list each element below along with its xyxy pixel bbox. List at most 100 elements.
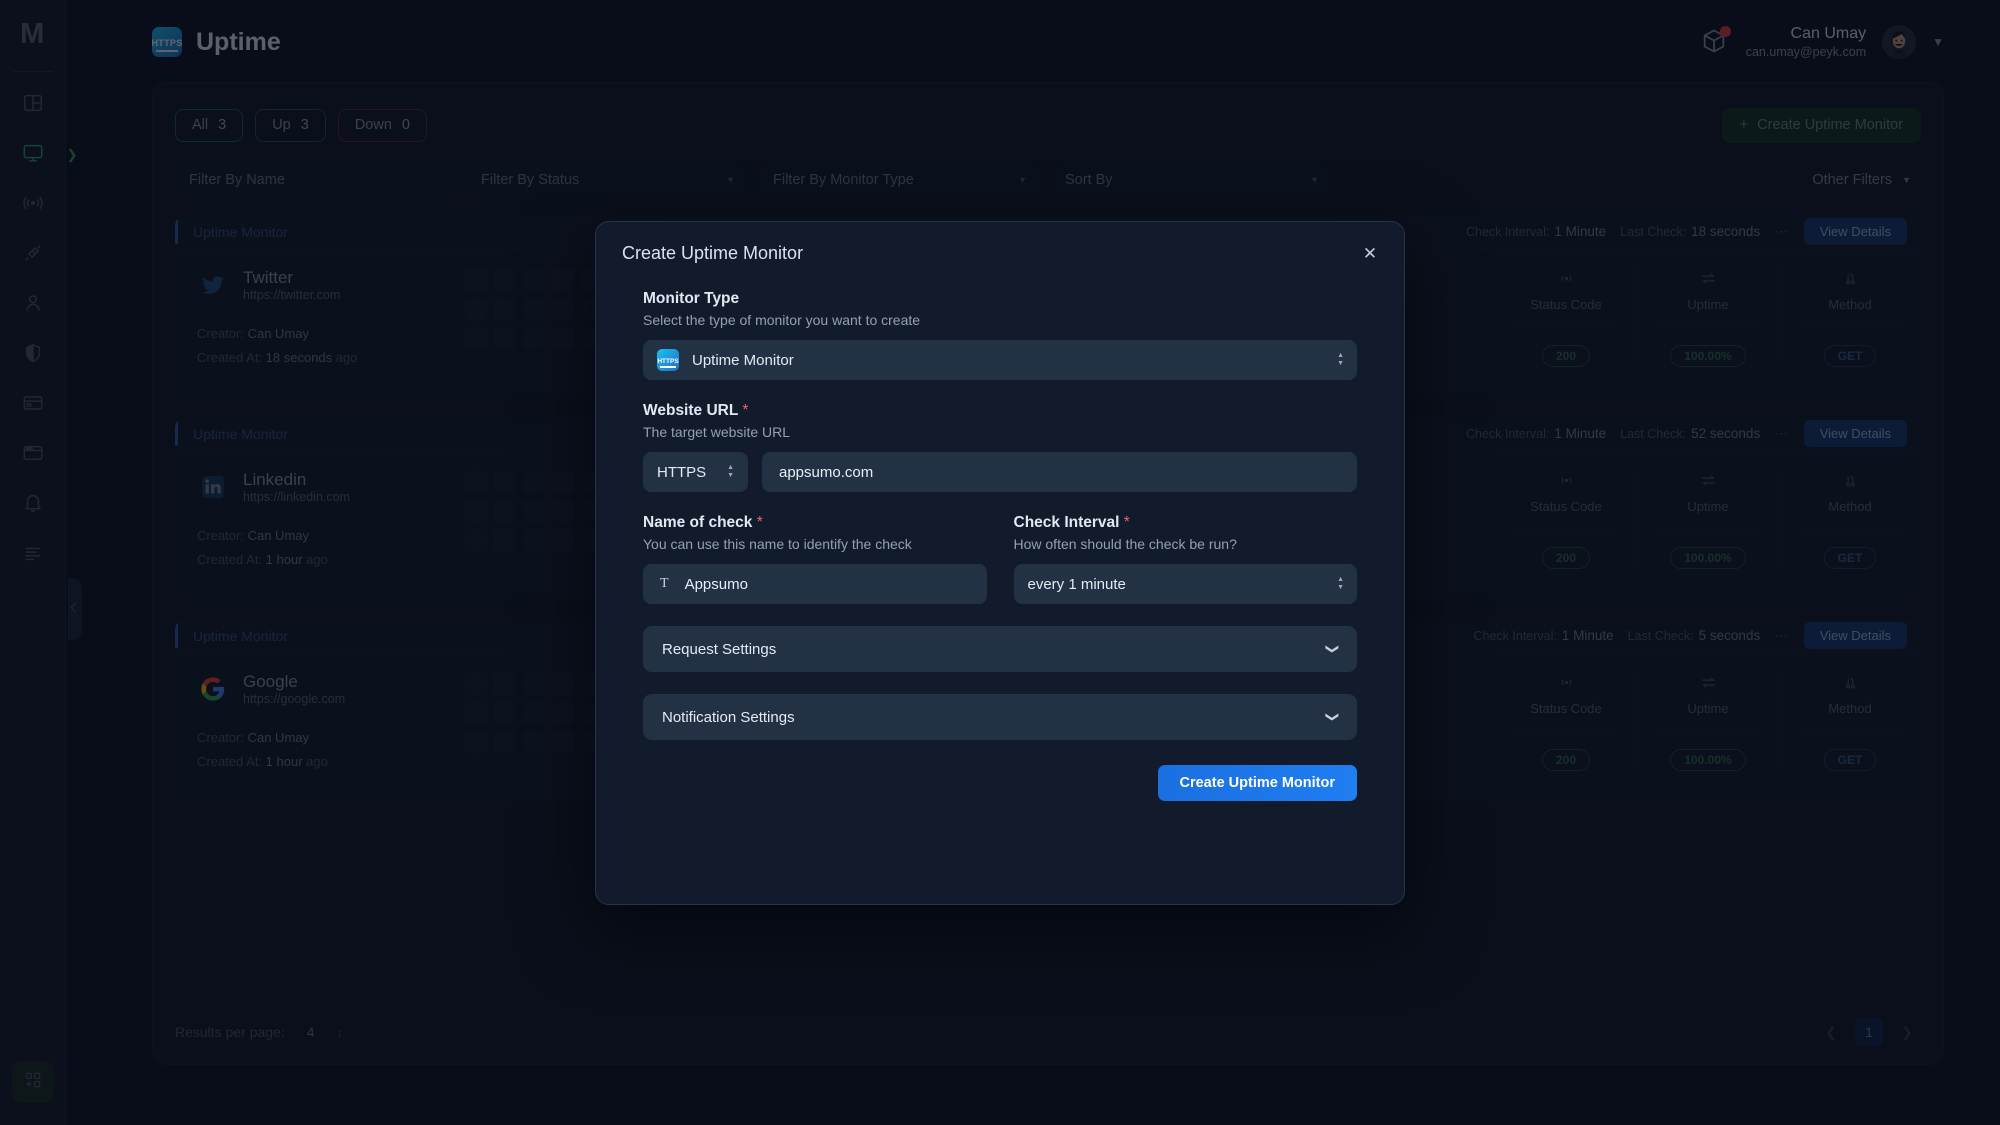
sidebar-nav: ❯: [0, 88, 78, 572]
https-icon: HTTPS: [657, 349, 679, 371]
sidebar-item-pages[interactable]: [10, 438, 56, 472]
filter-by-status-select[interactable]: Filter By Status ▼: [467, 161, 749, 199]
check-interval-select[interactable]: every 1 minute ▲ ▼: [1013, 564, 1357, 604]
created-at-suffix: ago: [306, 551, 328, 567]
stat-value: GET: [1823, 345, 1877, 367]
monitor-stats: Status Code 200 Uptime 100.00% Method GE…: [1495, 451, 1921, 599]
app-logo[interactable]: M: [20, 18, 45, 51]
sidebar-item-status[interactable]: [10, 188, 56, 222]
sidebar: M ❯: [0, 0, 78, 1125]
stat-method: Method GET: [1779, 451, 1921, 599]
name-of-check-label-text: Name of check: [643, 514, 753, 531]
filter-by-monitor-type-select[interactable]: Filter By Monitor Type ▼: [759, 161, 1041, 199]
created-at-value: 1 hour: [265, 551, 303, 567]
stat-uptime: Uptime 100.00%: [1637, 653, 1779, 801]
chevron-left-icon[interactable]: ❮: [1817, 1018, 1845, 1046]
protocol-select[interactable]: HTTPS ▲ ▼: [643, 452, 748, 492]
submit-create-uptime-monitor-button[interactable]: Create Uptime Monitor: [1157, 765, 1357, 801]
creator-value: Can Umay: [247, 528, 310, 544]
more-options-icon[interactable]: ⋯: [1774, 425, 1790, 442]
view-details-button[interactable]: View Details: [1803, 622, 1907, 649]
dashboard-panels-icon: [22, 92, 44, 119]
stat-label: Method: [1828, 701, 1872, 716]
pagination: Results per page: 4 ↕ ❮ 1 ❯: [175, 1014, 1921, 1050]
other-filters-button[interactable]: Other Filters ▼: [1812, 172, 1911, 188]
sidebar-item-dashboard[interactable]: [10, 88, 56, 122]
check-interval-label: Check Interval:: [1465, 224, 1550, 239]
check-interval-value: 1 Minute: [1554, 224, 1607, 239]
chevron-down-icon[interactable]: ▼: [1932, 35, 1944, 49]
chevron-right-icon[interactable]: ❯: [1893, 1018, 1921, 1046]
required-mark: *: [756, 514, 763, 531]
website-url-label-text: Website URL: [643, 402, 739, 419]
chip-down[interactable]: Down 0: [337, 108, 427, 142]
last-check-value: 52 seconds: [1691, 426, 1761, 441]
monitor-identity: Google https://google.com Creator: Can U…: [175, 653, 465, 801]
view-details-button[interactable]: View Details: [1803, 420, 1907, 447]
sidebar-item-users[interactable]: [10, 288, 56, 322]
broadcast-signal-icon: [1495, 267, 1637, 289]
package-cube-button[interactable]: [1700, 26, 1731, 57]
creator-label: Creator:: [197, 730, 244, 746]
git-branch-icon: [1779, 469, 1921, 491]
protocol-value: HTTPS: [657, 463, 707, 481]
sidebar-item-notifications[interactable]: [10, 488, 56, 522]
chevron-down-icon: ▼: [1310, 175, 1319, 185]
create-uptime-monitor-button[interactable]: + Create Uptime Monitor: [1721, 107, 1921, 143]
request-settings-accordion[interactable]: Request Settings ❯: [643, 626, 1357, 672]
filter-by-name-input[interactable]: Filter By Name: [175, 161, 457, 199]
sidebar-item-security[interactable]: [10, 338, 56, 372]
more-options-icon[interactable]: ⋯: [1774, 223, 1790, 240]
user-icon: [22, 292, 44, 319]
filter-bar: Filter By Name Filter By Status ▼ Filter…: [153, 157, 1943, 203]
sidebar-item-monitoring[interactable]: ❯: [10, 138, 78, 172]
check-interval-label: Check Interval:: [1465, 426, 1550, 441]
sort-by-select[interactable]: Sort By ▼: [1051, 161, 1333, 199]
linkedin-icon: [197, 471, 229, 503]
up-down-chevron-icon: ▲ ▼: [1337, 575, 1344, 591]
chip-up[interactable]: Up 3: [255, 108, 326, 142]
creator-value: Can Umay: [247, 326, 310, 342]
avatar[interactable]: [1882, 25, 1917, 59]
notification-settings-label: Notification Settings: [662, 708, 795, 726]
stat-value: 200: [1541, 749, 1591, 771]
website-url-input[interactable]: appsumo.com: [762, 452, 1357, 492]
sidebar-item-logs[interactable]: [10, 538, 56, 572]
results-per-page[interactable]: Results per page: 4 ↕: [175, 1024, 343, 1040]
sidebar-add-apps-button[interactable]: [11, 1061, 54, 1103]
monitor-identity: Linkedin https://linkedin.com Creator: C…: [175, 451, 465, 599]
monitor-type-select[interactable]: HTTPS Uptime Monitor ▲ ▼: [643, 340, 1357, 380]
name-of-check-label: Name of check *: [643, 514, 987, 532]
last-check-label: Last Check:: [1620, 426, 1687, 441]
close-icon[interactable]: ✕: [1358, 242, 1382, 266]
more-options-icon[interactable]: ⋯: [1774, 627, 1790, 644]
plug-connector-icon: [22, 242, 44, 269]
stat-label: Status Code: [1530, 701, 1602, 716]
monitor-identity: Twitter https://twitter.com Creator: Can…: [175, 249, 465, 397]
chip-all[interactable]: All 3: [175, 108, 244, 142]
created-at-label: Created At:: [197, 349, 263, 365]
sidebar-item-billing[interactable]: [10, 388, 56, 422]
broadcast-signal-icon: [1495, 469, 1637, 491]
page-number-1[interactable]: 1: [1855, 1018, 1883, 1046]
last-check-label: Last Check:: [1627, 628, 1694, 643]
up-down-icon[interactable]: ↕: [337, 1025, 344, 1040]
name-of-check-help: You can use this name to identify the ch…: [643, 536, 912, 552]
credit-card-icon: [22, 392, 44, 419]
name-of-check-input[interactable]: T Appsumo: [643, 564, 987, 604]
monitor-meta: Creator: Can Umay Created At: 1 hour ago: [197, 524, 465, 571]
created-at-value: 1 hour: [265, 753, 303, 769]
results-per-page-value: 4: [306, 1024, 315, 1040]
status-chip-row: All 3 Up 3 Down 0 + Create Uptime Monito…: [153, 103, 1943, 147]
creator-label: Creator:: [197, 528, 244, 544]
monitor-kind-label: Uptime Monitor: [193, 223, 288, 240]
notification-settings-accordion[interactable]: Notification Settings ❯: [643, 694, 1357, 740]
stat-label: Method: [1828, 297, 1872, 312]
sidebar-item-integrations[interactable]: [10, 238, 56, 272]
other-filters-label: Other Filters: [1812, 172, 1893, 188]
view-details-button[interactable]: View Details: [1803, 218, 1907, 245]
up-down-chevron-icon: ▲ ▼: [727, 463, 734, 479]
monitor-type-help: Select the type of monitor you want to c…: [643, 312, 921, 328]
creator-value: Can Umay: [247, 730, 310, 746]
check-interval-label: Check Interval *: [1014, 514, 1358, 532]
